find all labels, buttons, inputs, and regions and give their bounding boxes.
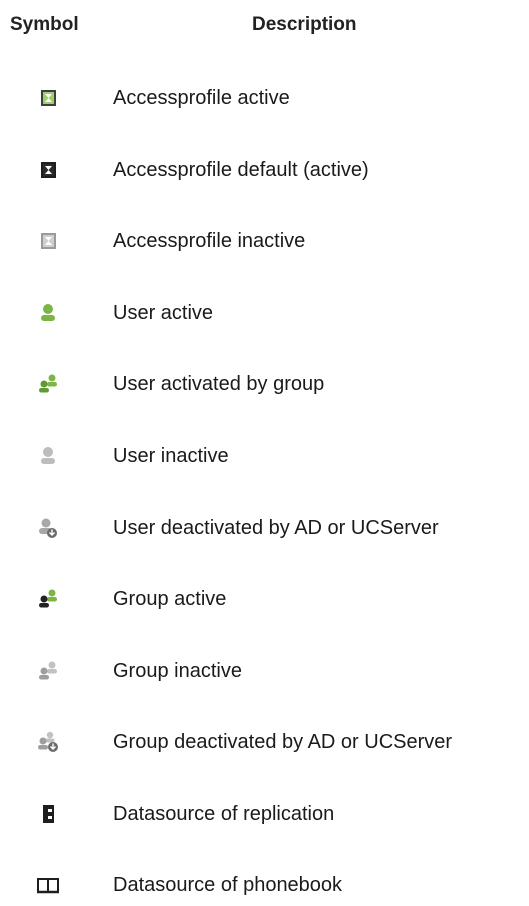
row-label: User active: [113, 302, 214, 324]
datasource-phonebook-icon: [37, 878, 59, 894]
symbol-header: Symbol: [10, 14, 79, 35]
row-label: Group active: [113, 588, 227, 610]
group-active-icon: [39, 589, 57, 608]
accessprofile-inactive-icon: [41, 233, 56, 249]
user-active-icon: [41, 304, 55, 321]
group-deactivated-icon: [38, 731, 58, 752]
legend-row: Group deactivated by AD or UCServer: [0, 722, 529, 762]
row-label: Accessprofile active: [113, 87, 290, 109]
legend-row: User activated by group: [0, 364, 529, 404]
legend-row: User deactivated by AD or UCServer: [0, 508, 529, 548]
user-deactivated-icon: [39, 518, 57, 538]
user-activated-by-group-icon: [39, 374, 57, 393]
row-label: Accessprofile inactive: [113, 230, 306, 252]
legend-row: Datasource of replication: [0, 794, 529, 834]
accessprofile-default-active-icon: [41, 162, 56, 178]
row-label: Datasource of replication: [113, 803, 335, 825]
legend-row: Accessprofile active: [0, 78, 529, 118]
legend-row: Accessprofile inactive: [0, 221, 529, 261]
group-inactive-icon: [39, 661, 57, 680]
datasource-replication-icon: [43, 805, 54, 823]
legend-row: Accessprofile default (active): [0, 150, 529, 190]
row-label: Group inactive: [113, 660, 242, 682]
user-inactive-icon: [41, 447, 55, 464]
row-label: Datasource of phonebook: [113, 874, 343, 896]
accessprofile-active-icon: [41, 90, 56, 106]
row-label: User inactive: [113, 445, 229, 467]
legend-row: Group active: [0, 579, 529, 619]
row-label: Group deactivated by AD or UCServer: [113, 731, 453, 753]
legend-row: Datasource of phonebook: [0, 865, 529, 905]
row-label: User deactivated by AD or UCServer: [113, 517, 439, 539]
description-header: Description: [252, 14, 357, 35]
row-label: Accessprofile default (active): [113, 159, 369, 181]
legend-row: User inactive: [0, 436, 529, 476]
legend-row: User active: [0, 293, 529, 333]
row-label: User activated by group: [113, 373, 325, 395]
legend-row: Group inactive: [0, 651, 529, 691]
